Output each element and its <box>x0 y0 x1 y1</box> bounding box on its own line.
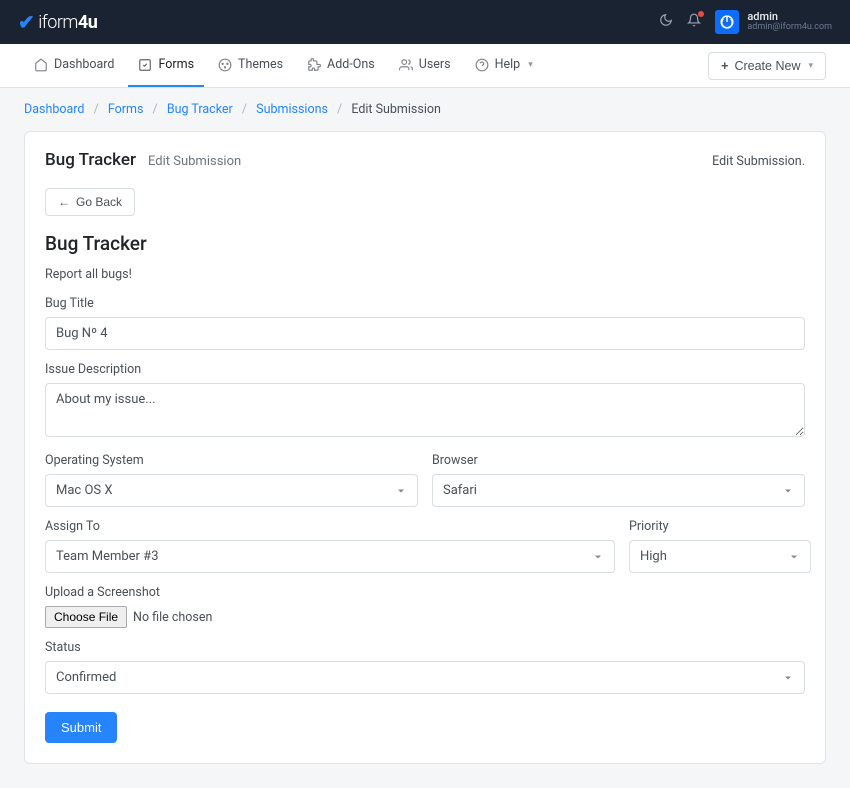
nav-label: Help <box>495 57 521 72</box>
topbar: ✔ iform4u admin admin@iform4u.com <box>0 0 850 44</box>
browser-select[interactable]: Safari <box>432 474 805 507</box>
breadcrumb-link[interactable]: Bug Tracker <box>167 102 233 117</box>
chevron-down-icon: ▾ <box>528 60 533 70</box>
breadcrumb-sep: / <box>153 102 158 117</box>
nav-item-help[interactable]: Help ▾ <box>465 44 543 87</box>
assign-to-select[interactable]: Team Member #3 <box>45 540 615 573</box>
go-back-label: Go Back <box>76 195 122 209</box>
nav-label: Users <box>419 57 451 72</box>
nav-label: Themes <box>238 57 283 72</box>
submit-button[interactable]: Submit <box>45 712 117 743</box>
dark-mode-icon[interactable] <box>659 13 673 31</box>
avatar <box>715 10 739 34</box>
plus-icon: + <box>721 59 728 73</box>
nav-label: Forms <box>158 57 194 72</box>
user-menu[interactable]: admin admin@iform4u.com <box>715 10 832 34</box>
logo-check-icon: ✔ <box>18 10 34 34</box>
nav-item-forms[interactable]: Forms <box>128 44 204 87</box>
user-info: admin admin@iform4u.com <box>747 11 832 33</box>
create-new-button[interactable]: + Create New ▾ <box>708 52 826 80</box>
form-title: Bug Tracker <box>45 232 805 255</box>
go-back-button[interactable]: ← Go Back <box>45 188 135 216</box>
nav-label: Dashboard <box>54 57 114 72</box>
breadcrumb-sep: / <box>94 102 99 117</box>
notifications-icon[interactable] <box>687 13 701 31</box>
logo-text: iform4u <box>38 12 97 33</box>
home-icon <box>34 58 48 72</box>
notification-dot-icon <box>698 11 704 17</box>
card-body: ← Go Back Bug Tracker Report all bugs! B… <box>25 184 825 763</box>
status-label: Status <box>45 640 805 655</box>
breadcrumb-sep: / <box>242 102 247 117</box>
nav-label: Add-Ons <box>327 57 375 72</box>
nav-item-themes[interactable]: Themes <box>208 44 293 87</box>
card: Bug Tracker Edit Submission Edit Submiss… <box>24 131 826 764</box>
topbar-right: admin admin@iform4u.com <box>659 10 832 34</box>
logo[interactable]: ✔ iform4u <box>18 10 97 34</box>
card-title: Bug Tracker <box>45 150 136 170</box>
card-header: Bug Tracker Edit Submission Edit Submiss… <box>25 132 825 184</box>
nav-item-addons[interactable]: Add-Ons <box>297 44 385 87</box>
chevron-down-icon: ▾ <box>808 60 813 71</box>
nav-item-dashboard[interactable]: Dashboard <box>24 44 124 87</box>
choose-file-button[interactable]: Choose File <box>45 606 127 628</box>
arrow-left-icon: ← <box>58 195 70 209</box>
help-icon <box>475 58 489 72</box>
card-subtitle: Edit Submission <box>148 154 241 169</box>
user-email: admin@iform4u.com <box>747 23 832 33</box>
assign-to-label: Assign To <box>45 519 615 534</box>
breadcrumb-current: Edit Submission <box>351 102 441 117</box>
issue-description-label: Issue Description <box>45 362 805 377</box>
nav-items: Dashboard Forms Themes Add-Ons Users Hel… <box>24 44 543 87</box>
status-select[interactable]: Confirmed <box>45 661 805 694</box>
users-icon <box>399 58 413 72</box>
breadcrumb: Dashboard / Forms / Bug Tracker / Submis… <box>0 88 850 131</box>
bug-title-input[interactable] <box>45 317 805 350</box>
puzzle-icon <box>307 58 321 72</box>
screenshot-label: Upload a Screenshot <box>45 585 805 600</box>
breadcrumb-link[interactable]: Forms <box>108 102 144 117</box>
card-action-text: Edit Submission. <box>712 154 805 169</box>
form-icon <box>138 58 152 72</box>
breadcrumb-link[interactable]: Submissions <box>256 102 328 117</box>
breadcrumb-link[interactable]: Dashboard <box>24 102 84 117</box>
priority-label: Priority <box>629 519 811 534</box>
browser-label: Browser <box>432 453 805 468</box>
form-description: Report all bugs! <box>45 267 805 282</box>
priority-select[interactable]: High <box>629 540 811 573</box>
palette-icon <box>218 58 232 72</box>
file-status-text: No file chosen <box>133 610 212 625</box>
operating-system-select[interactable]: Mac OS X <box>45 474 418 507</box>
main-nav: Dashboard Forms Themes Add-Ons Users Hel… <box>0 44 850 88</box>
issue-description-input[interactable]: About my issue... <box>45 383 805 437</box>
breadcrumb-sep: / <box>337 102 342 117</box>
nav-item-users[interactable]: Users <box>389 44 461 87</box>
bug-title-label: Bug Title <box>45 296 805 311</box>
operating-system-label: Operating System <box>45 453 418 468</box>
create-label: Create New <box>734 59 800 73</box>
